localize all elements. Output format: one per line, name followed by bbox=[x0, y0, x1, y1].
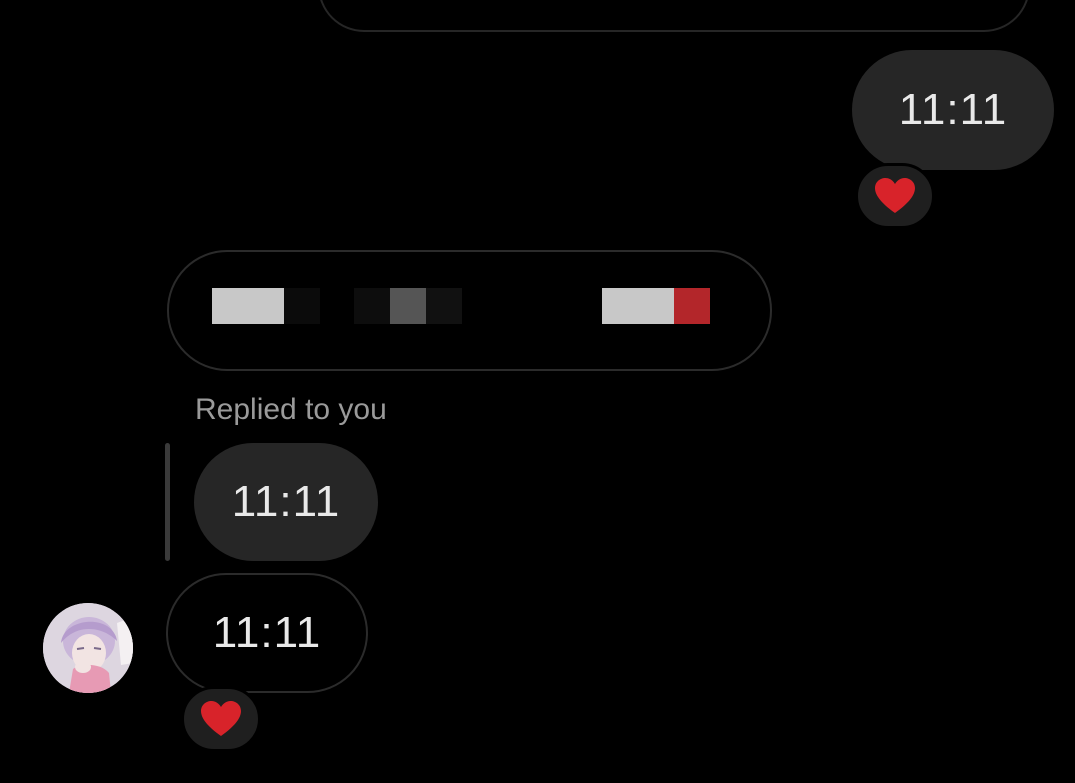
message-text: 11:11 bbox=[212, 608, 322, 657]
message-reaction[interactable] bbox=[181, 686, 261, 752]
heart-icon bbox=[201, 701, 241, 736]
message-text: 11:11 bbox=[898, 85, 1008, 134]
reply-indicator-bar bbox=[165, 443, 170, 561]
sender-avatar[interactable] bbox=[43, 603, 133, 693]
incoming-message-bubble[interactable]: 11:11 bbox=[166, 573, 368, 693]
redaction-block bbox=[390, 288, 426, 324]
redaction-block bbox=[284, 288, 320, 324]
redaction-block bbox=[212, 288, 284, 324]
redaction-block bbox=[426, 288, 462, 324]
heart-icon bbox=[875, 178, 915, 213]
quoted-message-text: 11:11 bbox=[231, 477, 341, 526]
redaction-block bbox=[354, 288, 390, 324]
quoted-message-bubble[interactable]: 11:11 bbox=[194, 443, 378, 561]
avatar-illustration bbox=[43, 603, 133, 693]
outgoing-message-bubble[interactable]: 11:11 bbox=[852, 50, 1054, 170]
message-reaction[interactable] bbox=[855, 163, 935, 229]
replied-to-you-label: Replied to you bbox=[195, 393, 387, 426]
redaction-block bbox=[602, 288, 674, 324]
redaction-block bbox=[674, 288, 710, 324]
previous-message-bubble[interactable] bbox=[318, 0, 1030, 32]
